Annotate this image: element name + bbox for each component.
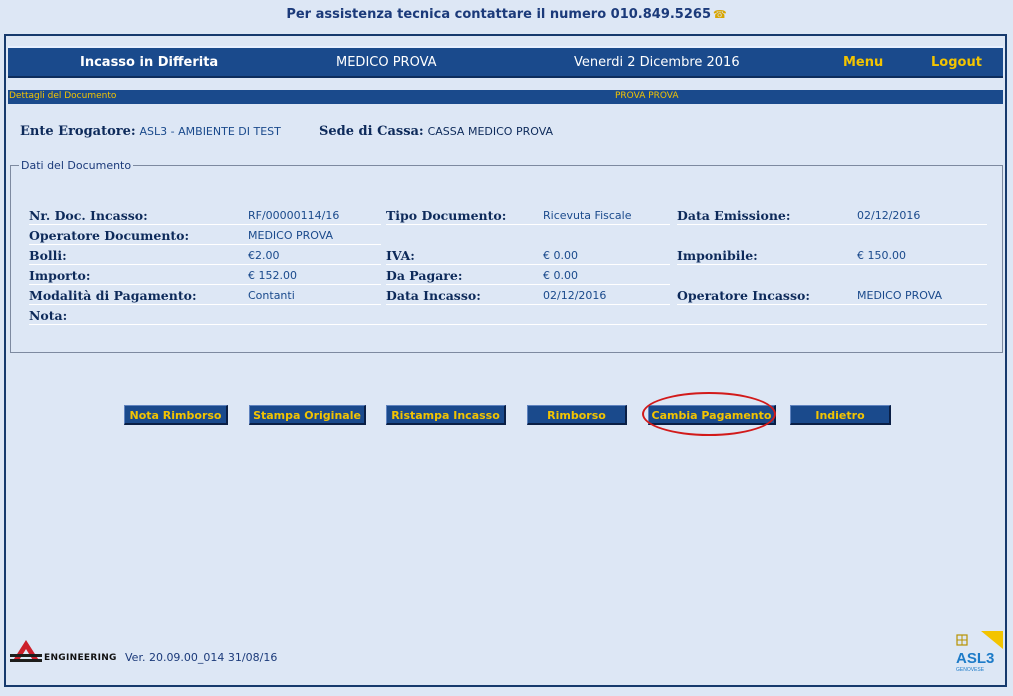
version-text: Ver. 20.09.00_014 31/08/16	[125, 651, 278, 664]
support-text: Per assistenza tecnica contattare il num…	[286, 7, 711, 22]
iva-value: € 0.00	[543, 249, 578, 262]
header-bar: Incasso in Differita MEDICO PROVA Venerd…	[8, 46, 1003, 78]
asl-logo-text: ASL3	[956, 650, 994, 667]
da-pagare-label: Da Pagare:	[386, 268, 463, 283]
sede-cassa: Sede di Cassa: CASSA MEDICO PROVA	[319, 124, 553, 139]
engineering-logo-text: ENGINEERING	[44, 653, 117, 663]
bolli-value: €2.00	[248, 249, 280, 262]
operatore-incasso-value: MEDICO PROVA	[857, 289, 943, 302]
sub-bar-user: PROVA PROVA	[615, 91, 679, 101]
rimborso-button[interactable]: Rimborso	[527, 405, 627, 425]
importo-value: € 152.00	[248, 269, 297, 282]
row-divider	[29, 284, 381, 285]
nr-doc-label: Nr. Doc. Incasso:	[29, 208, 148, 223]
bolli-label: Bolli:	[29, 248, 67, 263]
tipo-doc-label: Tipo Documento:	[386, 208, 507, 223]
row-divider	[29, 264, 381, 265]
indietro-button[interactable]: Indietro	[790, 405, 891, 425]
row-divider	[386, 284, 670, 285]
data-incasso-value: 02/12/2016	[543, 289, 607, 302]
imponibile-value: € 150.00	[857, 249, 906, 262]
tipo-doc-value: Ricevuta Fiscale	[543, 209, 632, 222]
row-divider	[386, 224, 670, 225]
document-grid: Nr. Doc. Incasso: RF/00000114/16 Tipo Do…	[11, 172, 1002, 352]
nr-doc-value: RF/00000114/16	[248, 209, 340, 222]
nota-rimborso-button[interactable]: Nota Rimborso	[124, 405, 228, 425]
header-user: MEDICO PROVA	[336, 55, 437, 70]
row-divider	[677, 224, 987, 225]
support-banner: Per assistenza tecnica contattare il num…	[0, 7, 1013, 22]
highlight-annotation	[642, 392, 776, 436]
ente-value: ASL3 - AMBIENTE DI TEST	[139, 125, 281, 138]
stampa-originale-button[interactable]: Stampa Originale	[249, 405, 366, 425]
operatore-doc-value: MEDICO PROVA	[248, 229, 334, 242]
ente-label: Ente Erogatore:	[20, 124, 136, 139]
row-divider	[29, 224, 381, 225]
ristampa-incasso-button[interactable]: Ristampa Incasso	[386, 405, 506, 425]
header-date: Venerdi 2 Dicembre 2016	[574, 55, 740, 70]
data-emissione-value: 02/12/2016	[857, 209, 921, 222]
asl-logo-subtext: GENOVESE	[956, 667, 985, 673]
modalita-value: Contanti	[248, 289, 295, 302]
da-pagare-value: € 0.00	[543, 269, 578, 282]
document-fieldset: Dati del Documento Nr. Doc. Incasso: RF/…	[10, 159, 1003, 353]
row-divider	[29, 244, 381, 245]
operatore-incasso-label: Operatore Incasso:	[677, 288, 810, 303]
asl3-logo-icon: ASL3 GENOVESE	[956, 631, 1003, 673]
row-divider	[677, 264, 987, 265]
imponibile-label: Imponibile:	[677, 248, 758, 263]
row-divider	[29, 304, 381, 305]
sub-header-bar: Dettagli del Documento PROVA PROVA	[8, 90, 1003, 104]
row-divider	[29, 324, 987, 325]
menu-link[interactable]: Menu	[843, 55, 883, 70]
engineering-logo-icon	[10, 640, 42, 662]
data-incasso-label: Data Incasso:	[386, 288, 481, 303]
section-title: Dettagli del Documento	[9, 91, 117, 101]
row-divider	[677, 304, 987, 305]
document-legend: Dati del Documento	[21, 159, 132, 172]
modalita-label: Modalità di Pagamento:	[29, 288, 197, 303]
sede-value: CASSA MEDICO PROVA	[427, 125, 554, 138]
row-divider	[386, 304, 670, 305]
main-frame: Incasso in Differita MEDICO PROVA Venerd…	[4, 34, 1007, 687]
ente-erogatore: Ente Erogatore: ASL3 - AMBIENTE DI TEST	[20, 124, 281, 139]
nota-label: Nota:	[29, 308, 68, 323]
operatore-doc-label: Operatore Documento:	[29, 228, 190, 243]
iva-label: IVA:	[386, 248, 415, 263]
importo-label: Importo:	[29, 268, 91, 283]
data-emissione-label: Data Emissione:	[677, 208, 791, 223]
row-divider	[386, 264, 670, 265]
sede-label: Sede di Cassa:	[319, 124, 424, 139]
page-title: Incasso in Differita	[80, 55, 219, 70]
phone-icon: ☎	[712, 8, 727, 21]
logout-link[interactable]: Logout	[931, 55, 982, 70]
